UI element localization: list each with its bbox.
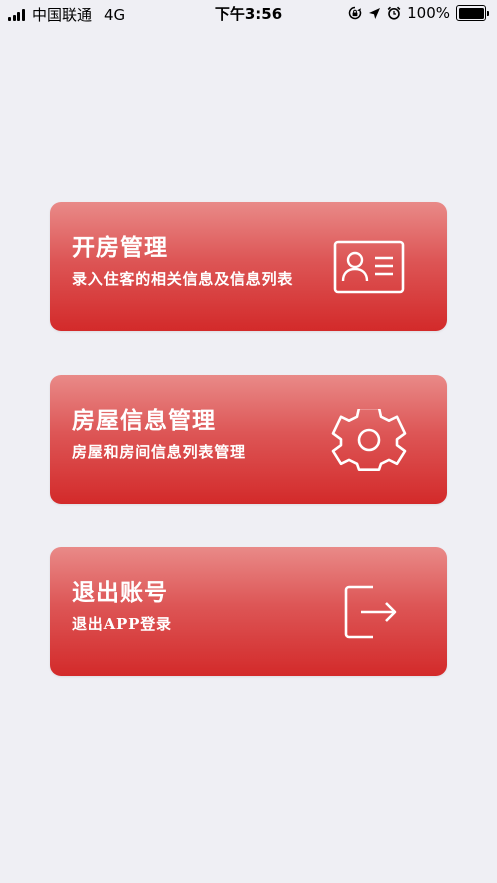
battery-icon (456, 5, 489, 21)
card-title: 房屋信息管理 (72, 407, 216, 434)
checkin-management-card[interactable]: 开房管理 录入住客的相关信息及信息列表 (50, 202, 447, 331)
lock-rotation-icon (348, 6, 362, 20)
gear-icon (331, 406, 407, 471)
house-info-management-card[interactable]: 房屋信息管理 房屋和房间信息列表管理 (50, 375, 447, 504)
card-title: 开房管理 (72, 234, 168, 261)
card-title: 退出账号 (72, 579, 168, 606)
status-bar: 中国联通 4G 下午3:56 100% (0, 0, 497, 26)
card-subtitle: 录入住客的相关信息及信息列表 (72, 270, 294, 288)
card-subtitle: 房屋和房间信息列表管理 (72, 443, 246, 461)
id-card-icon (331, 236, 407, 298)
battery-percent: 100% (407, 4, 450, 22)
status-right: 100% (342, 4, 489, 22)
location-icon (368, 7, 381, 20)
logout-card[interactable]: 退出账号 退出APP登录 (50, 547, 447, 676)
card-subtitle: 退出APP登录 (72, 615, 172, 633)
alarm-icon (387, 6, 401, 20)
logout-icon (331, 581, 407, 643)
